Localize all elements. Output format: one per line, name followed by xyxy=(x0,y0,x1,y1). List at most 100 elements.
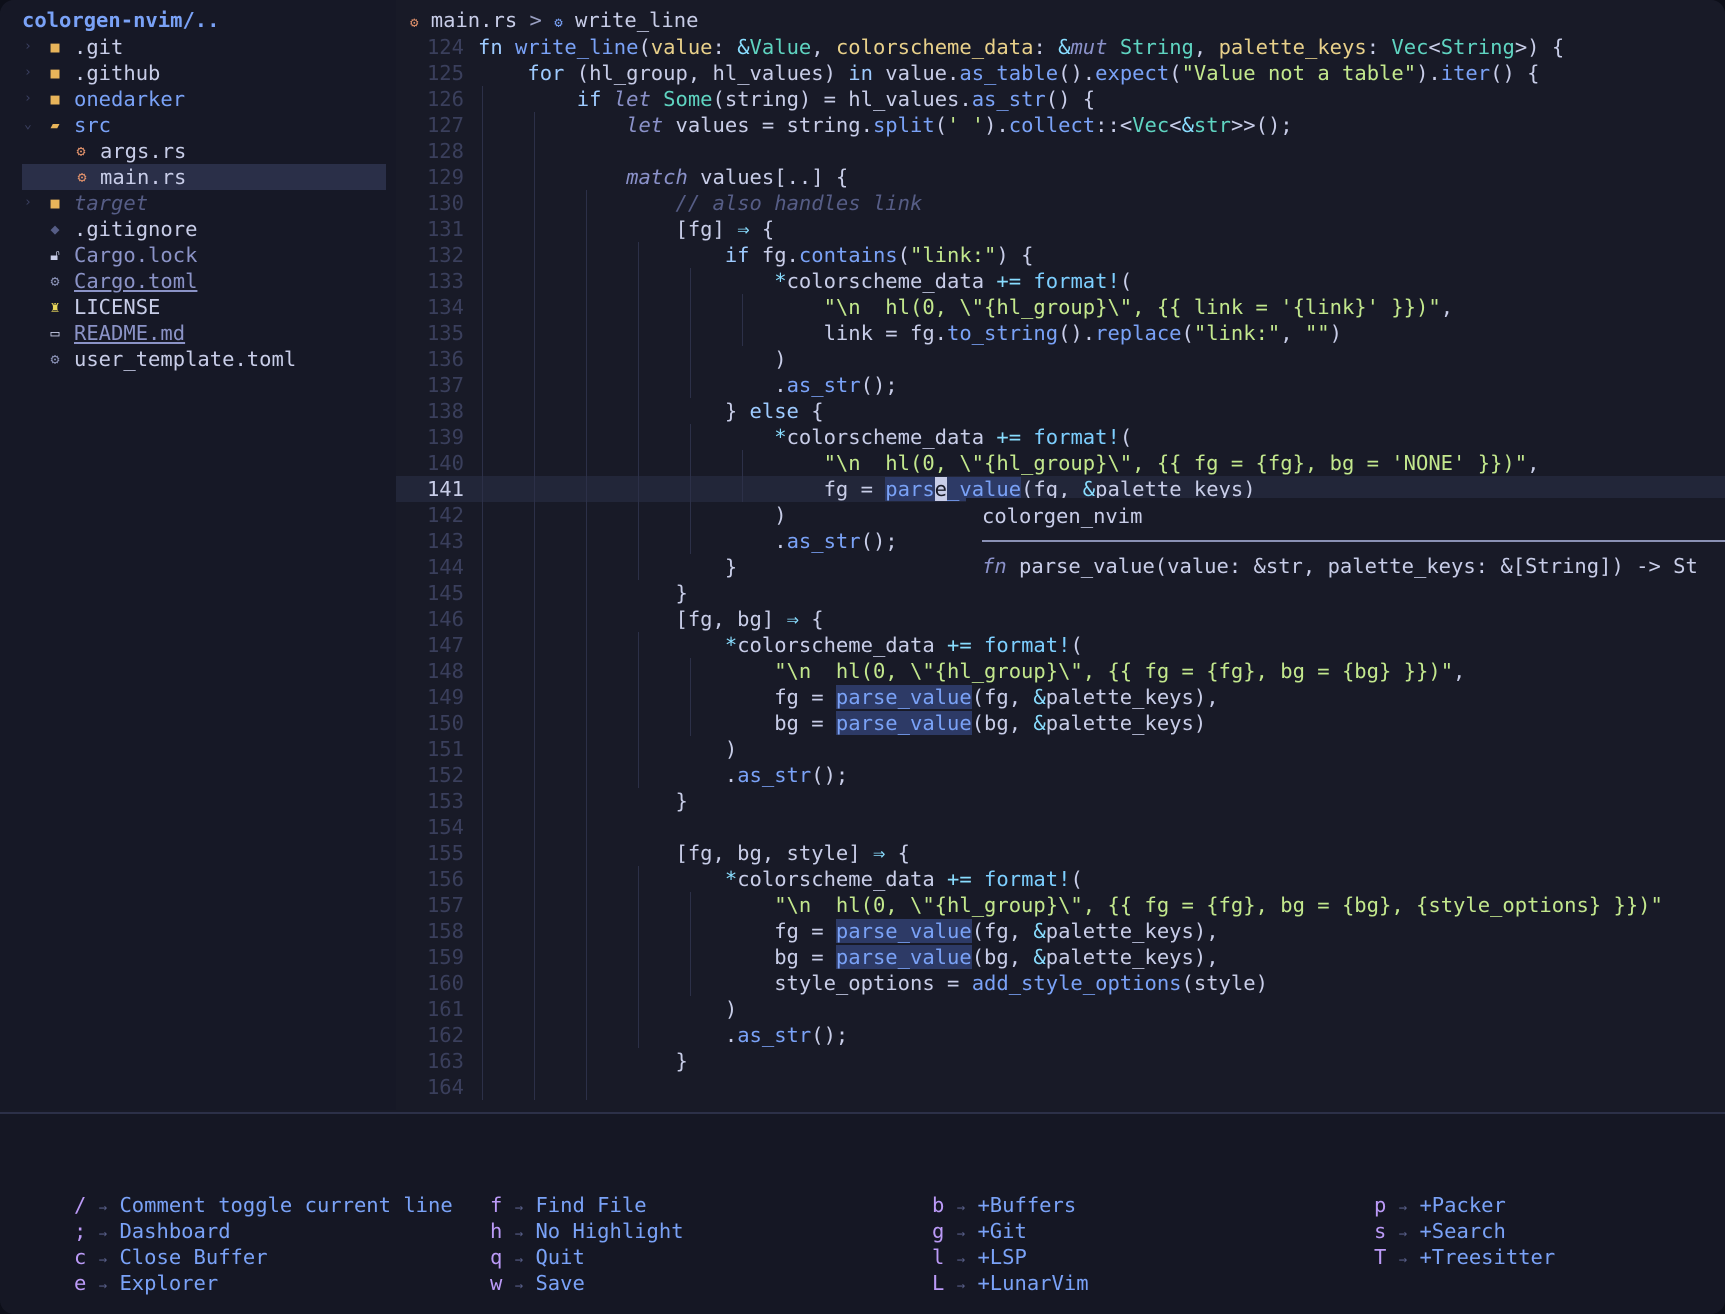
chevron-right-icon[interactable]: › xyxy=(24,60,32,86)
tree-item-github-dir[interactable]: › ■ .github xyxy=(0,60,396,86)
code-line[interactable]: 153 } xyxy=(396,788,1725,814)
rust-icon: ⚙ xyxy=(410,15,419,31)
code-editor[interactable]: ⚙ main.rs > ⚙ write_line 124 fn write_lin… xyxy=(396,0,1725,1110)
breadcrumb-file[interactable]: main.rs xyxy=(431,8,517,32)
code-line[interactable]: 159 bg = parse_value(bg, &palette_keys), xyxy=(396,944,1725,970)
line-number: 162 xyxy=(426,1023,464,1047)
code-text: } xyxy=(478,555,738,579)
which-key-item[interactable]: f → Find File xyxy=(490,1192,684,1218)
code-line[interactable]: 127 let values = string.split(' ').colle… xyxy=(396,112,1725,138)
code-text: } xyxy=(478,789,688,813)
line-number: 133 xyxy=(426,269,464,293)
tree-item-main-rs[interactable]: ⚙ main.rs xyxy=(22,164,386,190)
which-key-item[interactable]: b → +Buffers xyxy=(932,1192,1089,1218)
code-line[interactable]: 146 [fg, bg] ⇒ { xyxy=(396,606,1725,632)
code-line[interactable]: 130 // also handles link xyxy=(396,190,1725,216)
code-line[interactable]: 137 .as_str(); xyxy=(396,372,1725,398)
code-line[interactable]: 125 for (hl_group, hl_values) in value.a… xyxy=(396,60,1725,86)
lsp-hover-popup: colorgen_nvim fn parse_value(value: &str… xyxy=(966,498,1725,586)
code-line[interactable]: 149 fg = parse_value(fg, &palette_keys), xyxy=(396,684,1725,710)
code-line[interactable]: 129 match values[..] { xyxy=(396,164,1725,190)
chevron-right-icon[interactable]: › xyxy=(24,34,32,60)
tree-item-license[interactable]: ♜ LICENSE xyxy=(0,294,396,320)
line-number: 161 xyxy=(426,997,464,1021)
which-key-item[interactable]: s → +Search xyxy=(1374,1218,1555,1244)
line-number: 151 xyxy=(426,737,464,761)
code-line[interactable]: 148 "\n hl(0, \"{hl_group}\", {{ fg = {f… xyxy=(396,658,1725,684)
line-number: 129 xyxy=(426,165,464,189)
chevron-right-icon[interactable]: › xyxy=(24,86,32,112)
code-line[interactable]: 132 if fg.contains("link:") { xyxy=(396,242,1725,268)
chevron-down-icon[interactable]: ⌄ xyxy=(24,112,32,138)
code-line[interactable]: 124 fn write_line(value: &Value, colorsch… xyxy=(396,34,1725,60)
code-line[interactable]: 131 [fg] ⇒ { xyxy=(396,216,1725,242)
tree-item-cargo-toml[interactable]: ⚙ Cargo.toml xyxy=(0,268,396,294)
code-text: fg = parse_value(fg, &palette_keys), xyxy=(478,685,1219,709)
tree-item-onedarker-dir[interactable]: › ■ onedarker xyxy=(0,86,396,112)
code-line[interactable]: 151 ) xyxy=(396,736,1725,762)
chevron-right-icon[interactable]: › xyxy=(24,190,32,216)
code-line[interactable]: 160 style_options = add_style_options(st… xyxy=(396,970,1725,996)
code-line[interactable]: 133 *colorscheme_data += format!( xyxy=(396,268,1725,294)
tree-item-readme[interactable]: ▭ README.md xyxy=(0,320,396,346)
which-key-item[interactable]: c → Close Buffer xyxy=(74,1244,453,1270)
explorer-root-title[interactable]: colorgen-nvim/.. xyxy=(22,6,219,34)
code-line[interactable]: 156 *colorscheme_data += format!( xyxy=(396,866,1725,892)
which-key-key: ; xyxy=(74,1219,87,1243)
code-text: "\n hl(0, \"{hl_group}\", {{ link = '{li… xyxy=(823,295,1454,319)
line-number: 157 xyxy=(426,893,464,917)
code-line[interactable]: 161 ) xyxy=(396,996,1725,1022)
code-line[interactable]: 136 ) xyxy=(396,346,1725,372)
arrow-right-icon: → xyxy=(98,1252,108,1268)
line-number: 148 xyxy=(426,659,464,683)
code-text: fn write_line(value: &Value, colorscheme… xyxy=(478,35,1565,59)
code-line[interactable]: 158 fg = parse_value(fg, &palette_keys), xyxy=(396,918,1725,944)
which-key-item[interactable]: L → +LunarVim xyxy=(932,1270,1089,1296)
code-text: *colorscheme_data += format!( xyxy=(774,269,1133,293)
tree-item-label: .git xyxy=(74,35,124,59)
tree-item-gitignore[interactable]: ◆ .gitignore xyxy=(0,216,396,242)
code-text: *colorscheme_data += format!( xyxy=(724,867,1083,891)
which-key-item[interactable]: ; → Dashboard xyxy=(74,1218,453,1244)
which-key-item[interactable]: T → +Treesitter xyxy=(1374,1244,1555,1270)
line-number: 144 xyxy=(426,555,464,579)
arrow-right-icon: → xyxy=(514,1226,524,1242)
gear-icon: ⚙ xyxy=(50,350,60,368)
tree-item-target-dir[interactable]: › ■ target xyxy=(0,190,396,216)
which-key-item[interactable]: h → No Highlight xyxy=(490,1218,684,1244)
code-line[interactable]: 128 xyxy=(396,138,1725,164)
code-line[interactable]: 126 if let Some(string) = hl_values.as_s… xyxy=(396,86,1725,112)
which-key-item[interactable]: q → Quit xyxy=(490,1244,684,1270)
line-number: 131 xyxy=(426,217,464,241)
code-line[interactable]: 135 link = fg.to_string().replace("link:… xyxy=(396,320,1725,346)
which-key-item[interactable]: p → +Packer xyxy=(1374,1192,1555,1218)
which-key-item[interactable]: l → +LSP xyxy=(932,1244,1089,1270)
code-line[interactable]: 163 } xyxy=(396,1048,1725,1074)
which-key-item[interactable]: g → +Git xyxy=(932,1218,1089,1244)
tree-item-git-dir[interactable]: › ■ .git xyxy=(0,34,396,60)
tree-item-args-rs[interactable]: ⚙ args.rs xyxy=(0,138,396,164)
which-key-item[interactable]: / → Comment toggle current line xyxy=(74,1192,453,1218)
code-line[interactable]: 138 } else { xyxy=(396,398,1725,424)
which-key-item[interactable]: e → Explorer xyxy=(74,1270,453,1296)
hover-signature-text: parse_value(value: &str, palette_keys: &… xyxy=(1019,554,1698,578)
code-line[interactable]: 157 "\n hl(0, \"{hl_group}\", {{ fg = {f… xyxy=(396,892,1725,918)
code-line[interactable]: 139 *colorscheme_data += format!( xyxy=(396,424,1725,450)
code-line[interactable]: 155 [fg, bg, style] ⇒ { xyxy=(396,840,1725,866)
code-line[interactable]: 164 xyxy=(396,1074,1725,1100)
code-line[interactable]: 152 .as_str(); xyxy=(396,762,1725,788)
breadcrumb-symbol[interactable]: write_line xyxy=(575,8,698,32)
code-text: *colorscheme_data += format!( xyxy=(774,425,1133,449)
git-icon: ◆ xyxy=(50,220,60,238)
code-line[interactable]: 154 xyxy=(396,814,1725,840)
code-line[interactable]: 147 *colorscheme_data += format!( xyxy=(396,632,1725,658)
which-key-key: T xyxy=(1374,1245,1387,1269)
code-line[interactable]: 134 "\n hl(0, \"{hl_group}\", {{ link = … xyxy=(396,294,1725,320)
tree-item-src-dir[interactable]: ⌄ ▰ src xyxy=(0,112,396,138)
tree-item-cargo-lock[interactable]: 🔓︎ Cargo.lock xyxy=(0,242,396,268)
code-line[interactable]: 162 .as_str(); xyxy=(396,1022,1725,1048)
which-key-item[interactable]: w → Save xyxy=(490,1270,684,1296)
code-line[interactable]: 150 bg = parse_value(bg, &palette_keys) xyxy=(396,710,1725,736)
code-line[interactable]: 140 "\n hl(0, \"{hl_group}\", {{ fg = {f… xyxy=(396,450,1725,476)
tree-item-user-template[interactable]: ⚙ user_template.toml xyxy=(0,346,396,372)
